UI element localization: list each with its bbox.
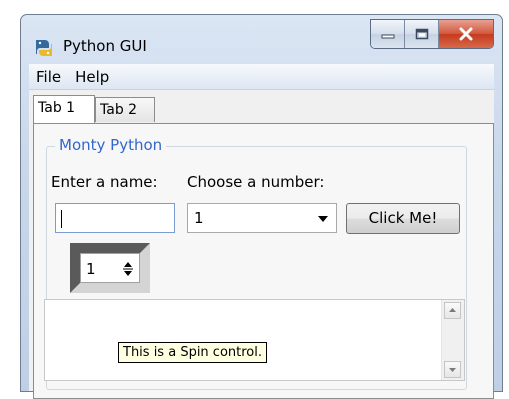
spinbox-frame: 1 bbox=[70, 243, 150, 293]
menu-bar: File Help bbox=[29, 64, 494, 90]
close-icon bbox=[459, 27, 473, 41]
scroll-up-icon bbox=[449, 308, 456, 312]
close-button[interactable] bbox=[439, 20, 493, 48]
minimize-button[interactable] bbox=[371, 20, 405, 48]
text-caret bbox=[61, 210, 62, 228]
name-label: Enter a name: bbox=[51, 173, 158, 191]
menu-file[interactable]: File bbox=[29, 68, 68, 86]
spinbox[interactable]: 1 bbox=[80, 253, 140, 283]
number-label: Choose a number: bbox=[187, 173, 325, 191]
monty-python-group: Monty Python Enter a name: Choose a numb… bbox=[44, 136, 467, 390]
scroll-up-button[interactable] bbox=[444, 302, 461, 319]
title-bar[interactable]: Python GUI bbox=[21, 15, 502, 61]
window-client-area: File Help Tab 1 Tab 2 Monty Python Enter… bbox=[29, 64, 494, 399]
scrolled-text-area[interactable]: This is a Spin control. bbox=[44, 299, 465, 381]
combobox-value: 1 bbox=[194, 209, 204, 227]
spinbox-value: 1 bbox=[86, 260, 96, 278]
spin-tooltip: This is a Spin control. bbox=[118, 342, 267, 363]
maximize-icon bbox=[415, 28, 428, 40]
name-input[interactable] bbox=[55, 203, 175, 233]
scroll-down-button[interactable] bbox=[444, 361, 461, 378]
maximize-button[interactable] bbox=[405, 20, 439, 48]
minimize-icon bbox=[381, 34, 394, 39]
tab-1[interactable]: Tab 1 bbox=[33, 95, 95, 123]
tab-panel: Monty Python Enter a name: Choose a numb… bbox=[33, 123, 494, 399]
menu-help[interactable]: Help bbox=[68, 68, 116, 86]
python-logo-icon bbox=[33, 37, 55, 59]
app-window: Python GUI File Help Tab 1 Tab 2 Monty P… bbox=[20, 14, 503, 399]
vertical-scrollbar[interactable] bbox=[441, 300, 464, 380]
tab-2[interactable]: Tab 2 bbox=[95, 97, 155, 122]
chevron-down-icon[interactable] bbox=[318, 216, 328, 222]
caption-buttons bbox=[370, 19, 494, 49]
spin-arrows-icon[interactable] bbox=[122, 259, 134, 279]
scroll-down-icon bbox=[449, 368, 456, 372]
window-title: Python GUI bbox=[63, 37, 147, 55]
click-me-button[interactable]: Click Me! bbox=[346, 203, 460, 234]
number-combobox[interactable]: 1 bbox=[187, 203, 337, 233]
group-title: Monty Python bbox=[55, 136, 167, 154]
